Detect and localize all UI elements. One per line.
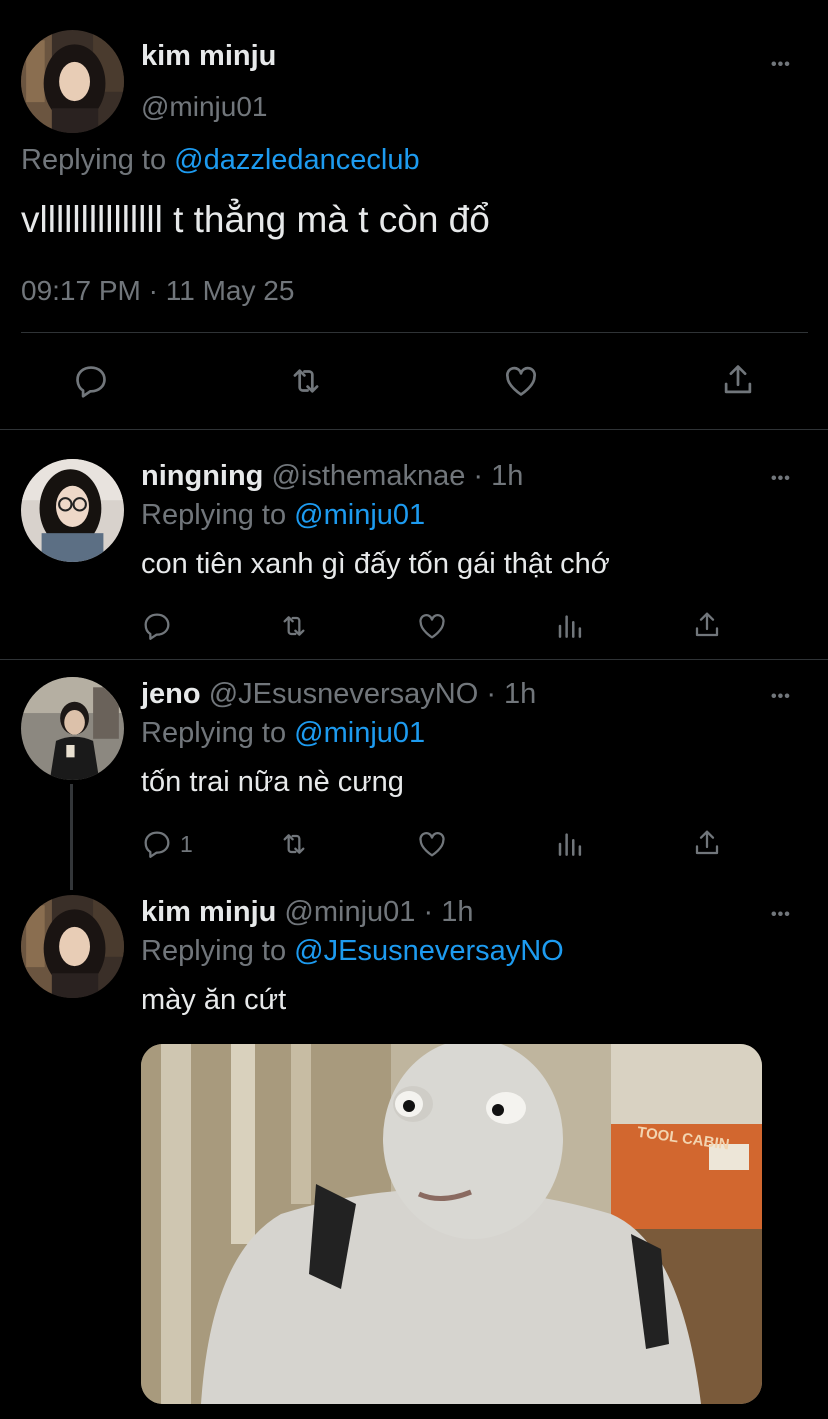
more-icon[interactable]: ••• (771, 907, 791, 923)
analytics-icon[interactable] (555, 828, 585, 860)
replying-label: Replying to (141, 935, 287, 967)
analytics-icon[interactable] (555, 610, 585, 642)
author-handle-time[interactable]: @JEsusneversayNO · 1h (209, 678, 537, 710)
replying-to-link[interactable]: @minju01 (294, 499, 425, 531)
reply-header: ningning @isthemaknae · 1h (141, 460, 523, 493)
retweet-icon[interactable] (286, 362, 326, 400)
replying-label: Replying to (141, 499, 287, 531)
replying-to-line: Replying to @JEsusneversayNO (141, 935, 564, 968)
replying-to-link[interactable]: @dazzledanceclub (174, 144, 419, 176)
author-name[interactable]: kim minju (141, 40, 276, 73)
like-icon[interactable] (502, 362, 540, 400)
reply-header: jeno @JEsusneversayNO · 1h (141, 678, 536, 711)
retweet-icon[interactable] (277, 828, 311, 860)
media-image[interactable]: TOOL CABIN (141, 1044, 762, 1404)
author-name[interactable]: jeno (141, 678, 201, 710)
divider (0, 429, 828, 430)
reply-text: con tiên xanh gì đấy tốn gái thật chớ (141, 548, 610, 580)
thread-line (70, 784, 73, 890)
reply-text: mày ăn cứt (141, 984, 287, 1016)
tweet-timestamp[interactable]: 09:17 PM · 11 May 25 (21, 275, 294, 307)
like-icon[interactable] (416, 828, 448, 860)
reply-count: 1 (180, 831, 193, 857)
divider (21, 332, 808, 333)
like-icon[interactable] (416, 610, 448, 642)
divider (0, 659, 828, 660)
reply-header: kim minju @minju01 · 1h (141, 896, 473, 929)
author-handle[interactable]: @minju01 (141, 91, 267, 123)
retweet-icon[interactable] (277, 610, 311, 642)
replying-to-line: Replying to @minju01 (141, 717, 425, 750)
reply-icon[interactable] (72, 362, 110, 400)
replying-label: Replying to (141, 717, 287, 749)
reply-text: tốn trai nữa nè cưng (141, 766, 404, 798)
author-handle-time[interactable]: @minju01 · 1h (284, 896, 473, 928)
replying-to-link[interactable]: @JEsusneversayNO (294, 935, 564, 967)
more-icon[interactable]: ••• (771, 689, 791, 705)
avatar[interactable] (21, 459, 124, 562)
share-icon[interactable] (691, 609, 723, 641)
replying-to-link[interactable]: @minju01 (294, 717, 425, 749)
author-name[interactable]: ningning (141, 460, 263, 492)
replying-to-line: Replying to @dazzledanceclub (21, 144, 420, 177)
avatar[interactable] (21, 30, 124, 133)
tweet-text: vlllllllllllllll t thẳng mà t còn đổ (21, 199, 490, 240)
share-icon[interactable] (719, 361, 757, 399)
reply-icon[interactable] (141, 610, 173, 642)
replying-to-line: Replying to @minju01 (141, 499, 425, 532)
more-icon[interactable]: ••• (771, 57, 791, 73)
author-name[interactable]: kim minju (141, 896, 276, 928)
more-icon[interactable]: ••• (771, 471, 791, 487)
avatar[interactable] (21, 895, 124, 998)
avatar[interactable] (21, 677, 124, 780)
author-handle-time[interactable]: @isthemaknae · 1h (271, 460, 523, 492)
replying-label: Replying to (21, 144, 167, 176)
reply-icon[interactable] (141, 828, 173, 860)
share-icon[interactable] (691, 827, 723, 859)
